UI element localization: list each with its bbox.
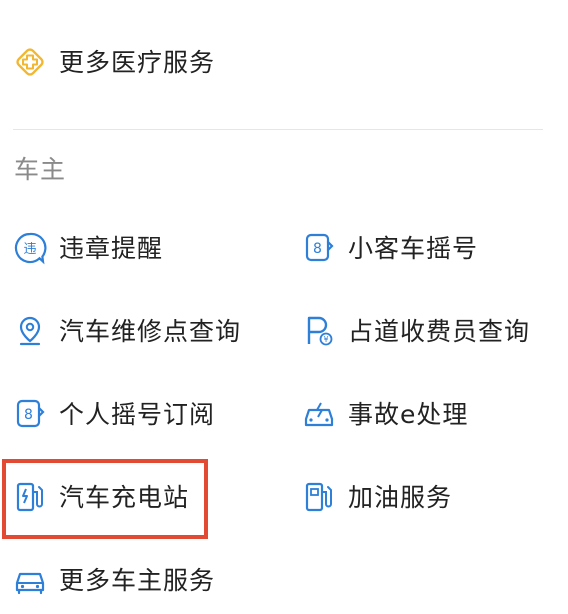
- fuel-pump-icon: [302, 480, 336, 514]
- accident-handling-item[interactable]: 事故e处理: [302, 384, 562, 444]
- repair-shop-query-item[interactable]: 汽车维修点查询: [0, 301, 260, 361]
- lottery-number-icon: 8: [302, 231, 336, 265]
- violation-reminder-item[interactable]: 违 违章提醒: [0, 218, 260, 278]
- parking-collector-query-label: 占道收费员查询: [348, 316, 531, 346]
- car-icon: [13, 563, 47, 597]
- car-lottery-label: 小客车摇号: [348, 233, 479, 263]
- more-medical-services-label: 更多医疗服务: [59, 47, 216, 77]
- accident-handling-label: 事故e处理: [348, 399, 469, 429]
- lottery-subscription-item[interactable]: 8 个人摇号订阅: [0, 384, 260, 444]
- svg-text:违: 违: [23, 242, 36, 257]
- highlight-box: [2, 459, 208, 539]
- car-lottery-item[interactable]: 8 小客车摇号: [302, 218, 562, 278]
- violation-reminder-label: 违章提醒: [59, 233, 164, 263]
- medical-plus-icon: [13, 45, 47, 79]
- more-car-owner-services-label: 更多车主服务: [59, 565, 216, 595]
- violation-icon: 违: [13, 231, 47, 265]
- svg-text:¥: ¥: [323, 335, 328, 344]
- repair-shop-query-label: 汽车维修点查询: [59, 316, 242, 346]
- svg-text:8: 8: [313, 241, 322, 257]
- parking-collector-query-item[interactable]: ¥ 占道收费员查询: [302, 301, 562, 361]
- more-medical-services-item[interactable]: 更多医疗服务: [0, 32, 300, 92]
- accident-car-icon: [302, 397, 336, 431]
- parking-icon: ¥: [302, 314, 336, 348]
- svg-text:8: 8: [24, 407, 33, 423]
- fuel-service-item[interactable]: 加油服务: [302, 467, 562, 527]
- lottery-subscription-label: 个人摇号订阅: [59, 399, 216, 429]
- section-divider: [13, 129, 543, 130]
- location-pin-icon: [13, 314, 47, 348]
- lottery-subscribe-icon: 8: [13, 397, 47, 431]
- section-title-car-owner: 车主: [14, 155, 67, 184]
- more-car-owner-services-item[interactable]: 更多车主服务: [0, 550, 260, 610]
- fuel-service-label: 加油服务: [348, 482, 453, 512]
